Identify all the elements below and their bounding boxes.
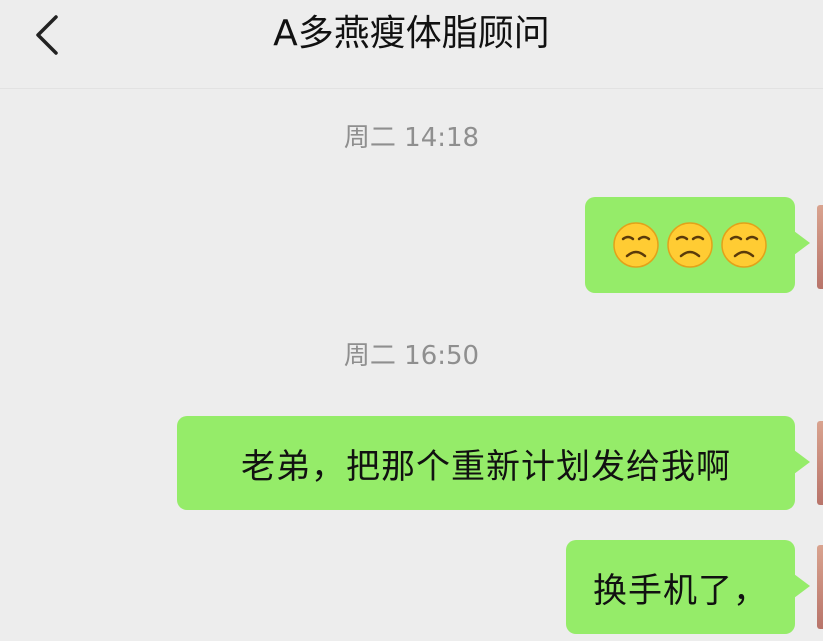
message-bubble[interactable]: 换手机了， (566, 540, 810, 634)
avatar[interactable] (817, 545, 823, 629)
message-text: 老弟，把那个重新计划发给我啊 (241, 446, 731, 487)
timestamp: 周二 16:50 (343, 341, 480, 371)
message-bubble-emoji[interactable] (585, 197, 810, 293)
timestamp: 周二 14:18 (343, 123, 480, 153)
sad-face-icon (721, 222, 767, 268)
avatar[interactable] (817, 205, 823, 289)
avatar[interactable] (817, 421, 823, 505)
top-bar: A多燕瘦体脂顾问 (0, 0, 823, 89)
sad-face-icon (613, 222, 659, 268)
message-text: 换手机了， (593, 570, 768, 611)
emoji-group (612, 221, 768, 269)
chat-title: A多燕瘦体脂顾问 (273, 13, 550, 54)
sad-face-icon (667, 222, 713, 268)
message-bubble[interactable]: 老弟，把那个重新计划发给我啊 (177, 416, 810, 510)
